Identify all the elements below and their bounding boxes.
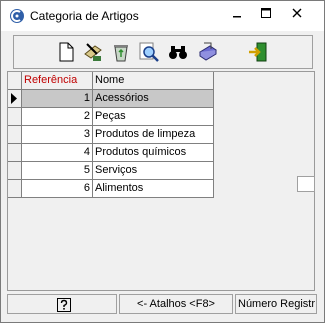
maximize-button[interactable] (253, 4, 279, 22)
vertical-scrollbar-thumb[interactable] (297, 176, 315, 192)
cell-nome[interactable]: Peças (93, 108, 214, 126)
minimize-icon (233, 16, 241, 18)
cell-nome[interactable]: Produtos químicos (93, 144, 214, 162)
cell-referencia[interactable]: 5 (22, 162, 93, 180)
cell-referencia[interactable]: 6 (22, 180, 93, 198)
help-question-icon[interactable] (56, 297, 72, 313)
magnifier-search-icon[interactable] (137, 40, 161, 64)
window-title: Categoria de Artigos (30, 9, 139, 23)
row-indicator (8, 180, 22, 198)
maximize-icon (261, 8, 271, 18)
app-logo-icon (10, 9, 24, 23)
row-indicator-arrow (8, 90, 22, 108)
row-indicator (8, 126, 22, 144)
minimize-button[interactable] (224, 4, 250, 22)
row-indicator (8, 162, 22, 180)
column-header-referencia[interactable]: Referência (22, 72, 93, 90)
new-document-icon[interactable] (54, 40, 78, 64)
column-header-nome[interactable]: Nome (93, 72, 214, 90)
toolbar (13, 35, 313, 69)
binoculars-find-icon[interactable] (166, 40, 190, 64)
status-help-panel (7, 294, 117, 314)
app-window: Categoria de Artigos Referência Nome 1 A… (0, 0, 325, 323)
row-indicator (8, 108, 22, 126)
data-grid: Referência Nome 1 Acessórios 2 Peças 3 P… (7, 71, 315, 291)
status-atalhos-button[interactable]: <- Atalhos <F8> (119, 294, 233, 314)
cell-referencia[interactable]: 4 (22, 144, 93, 162)
edit-icon[interactable] (81, 40, 105, 64)
cell-referencia[interactable]: 1 (22, 90, 93, 108)
row-indicator (8, 144, 22, 162)
current-row-arrow-icon (11, 93, 17, 104)
header-indicator-cell (8, 72, 22, 90)
cell-nome[interactable]: Acessórios (93, 90, 214, 108)
status-record-number: Número Registr (235, 294, 317, 314)
print-icon[interactable] (196, 40, 220, 64)
title-bar[interactable]: Categoria de Artigos (1, 1, 324, 31)
cell-referencia[interactable]: 3 (22, 126, 93, 144)
status-bar: <- Atalhos <F8> Número Registr (7, 294, 317, 316)
exit-door-icon[interactable] (246, 40, 270, 64)
close-button[interactable] (284, 4, 310, 22)
cell-nome[interactable]: Serviços (93, 162, 214, 180)
cell-nome[interactable]: Alimentos (93, 180, 214, 198)
cell-referencia[interactable]: 2 (22, 108, 93, 126)
cell-nome[interactable]: Produtos de limpeza (93, 126, 214, 144)
recycle-delete-icon[interactable] (109, 40, 133, 64)
close-icon (292, 8, 302, 18)
